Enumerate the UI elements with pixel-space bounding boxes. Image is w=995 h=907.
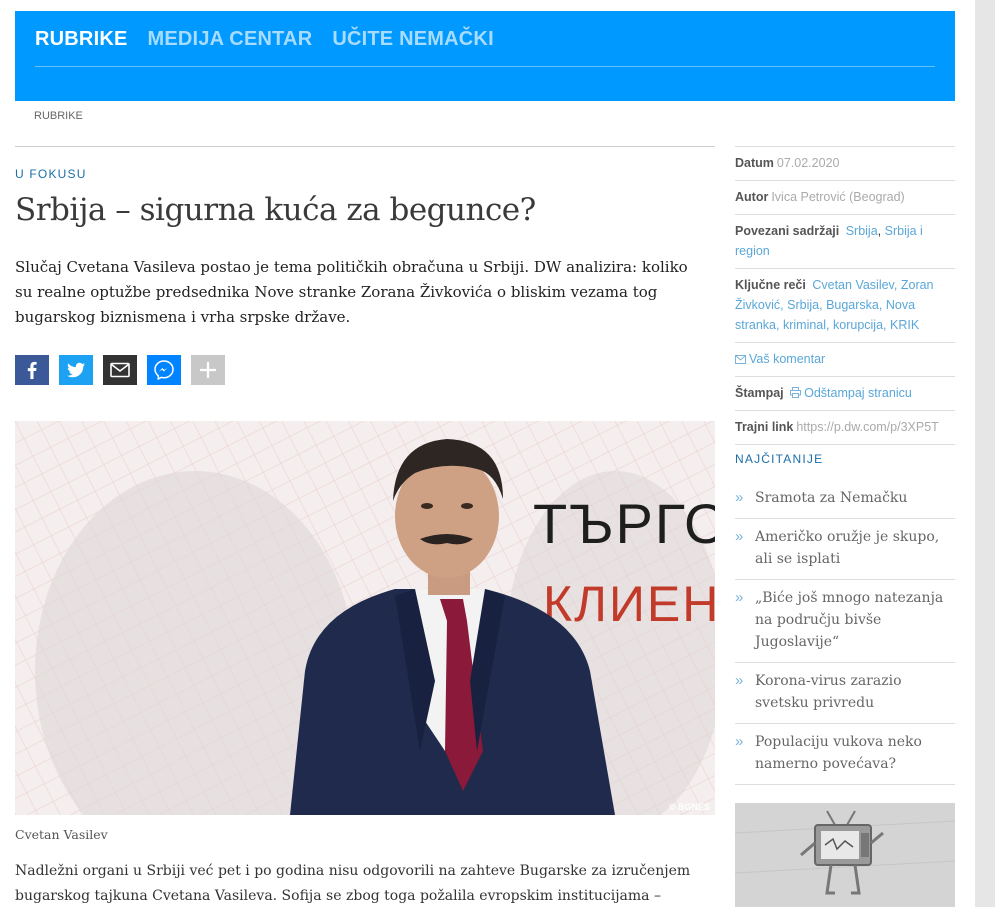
nav-divider (35, 66, 935, 67)
nav-item-rubrike[interactable]: RUBRIKE (35, 28, 128, 51)
printer-icon (790, 387, 802, 398)
keyword-link[interactable]: Bugarska (826, 298, 879, 312)
backdrop-sign-line2: КЛИЕНТ (543, 576, 715, 632)
meta-keywords-label: Ključne reči (735, 278, 806, 292)
facebook-icon (27, 361, 37, 380)
backdrop-sign-line1: ТЪРГО (533, 492, 715, 555)
most-read-item-label: Sramota za Nemačku (755, 490, 908, 506)
meta-related: Povezani sadržaji Srbija, Srbija i regio… (735, 214, 955, 268)
most-read-item[interactable]: » Korona-virus zarazio svetsku privredu (735, 663, 955, 724)
print-link[interactable]: Odštampaj stranicu (790, 386, 912, 400)
envelope-icon (110, 362, 130, 378)
messenger-share-button[interactable] (147, 355, 181, 385)
plus-icon (200, 362, 216, 378)
double-chevron-right-icon: » (735, 489, 744, 506)
nav-item-medija-centar[interactable]: MEDIJA CENTAR (148, 28, 313, 51)
most-read-item-label: Populaciju vukova neko namerno povećava? (755, 734, 922, 772)
facebook-share-button[interactable] (15, 355, 49, 385)
most-read-item[interactable]: » Populaciju vukova neko namerno povećav… (735, 724, 955, 785)
article-body: Nadležni organi u Srbiji već pet i po go… (15, 863, 691, 904)
related-link[interactable]: Srbija (846, 224, 878, 238)
keyword-link[interactable]: Cvetan Vasilev (812, 278, 894, 292)
most-read-list: » Sramota za Nemačku » Američko oružje j… (735, 480, 955, 785)
meta-permalink-value[interactable]: https://p.dw.com/p/3XP5T (796, 420, 938, 434)
meta-related-label: Povezani sadržaji (735, 224, 840, 238)
meta-keywords: Ključne reči Cvetan Vasilev, Zoran Živko… (735, 268, 955, 342)
comment-label: Vaš komentar (749, 352, 826, 366)
article-meta: Datum 07.02.2020 Autor Ivica Petrović (Beo… (735, 146, 955, 445)
twitter-share-button[interactable] (59, 355, 93, 385)
most-read-item-label: „Biće još mnogo natezanja na području bi… (755, 590, 944, 650)
most-read-item-label: Korona-virus zarazio svetsku privredu (755, 673, 902, 711)
meta-permalink-label: Trajni link (735, 420, 794, 434)
keyword-link[interactable]: Srbija (787, 298, 819, 312)
share-bar (15, 355, 225, 385)
more-share-button[interactable] (191, 355, 225, 385)
top-navigation: RUBRIKE MEDIJA CENTAR UČITE NEMAČKI (15, 11, 955, 101)
meta-date: Datum 07.02.2020 (735, 146, 955, 180)
most-read-item[interactable]: » Američko oružje je skupo, ali se ispla… (735, 519, 955, 580)
article-photo: ТЪРГО КЛИЕНТ © BGNES (15, 421, 715, 815)
messenger-icon (154, 360, 174, 381)
print-link-label: Odštampaj stranicu (804, 386, 912, 400)
page-scroll-gutter (975, 0, 995, 907)
photo-caption: Cvetan Vasilev (15, 827, 108, 842)
most-read-item[interactable]: » Sramota za Nemačku (735, 480, 955, 519)
promo-teaser[interactable] (735, 803, 955, 907)
content-divider (15, 146, 715, 147)
meta-date-label: Datum (735, 156, 774, 170)
nav-items: RUBRIKE MEDIJA CENTAR UČITE NEMAČKI (35, 28, 494, 51)
double-chevron-right-icon: » (735, 528, 744, 545)
article-title: Srbija – sigurna kuća za begunce? (15, 192, 536, 228)
twitter-icon (67, 362, 86, 378)
meta-permalink: Trajni link https://p.dw.com/p/3XP5T (735, 410, 955, 445)
double-chevron-right-icon: » (735, 672, 744, 689)
meta-comment: Vaš komentar (735, 342, 955, 376)
meta-author-label: Autor (735, 190, 769, 204)
keyword-link[interactable]: korupcija (833, 318, 883, 332)
meta-print: Štampaj Odštampaj stranicu (735, 376, 955, 410)
comment-link[interactable]: Vaš komentar (735, 352, 825, 366)
tv-robot-icon (735, 803, 955, 907)
photo-credit: © BGNES (668, 802, 710, 812)
most-read-title: NAJČITANIJE (735, 452, 824, 466)
keyword-link[interactable]: KRIK (890, 318, 919, 332)
double-chevron-right-icon: » (735, 733, 744, 750)
email-share-button[interactable] (103, 355, 137, 385)
meta-author-value: Ivica Petrović (Beograd) (771, 190, 905, 204)
article-photo-illustration: ТЪРГО КЛИЕНТ (15, 421, 715, 815)
meta-print-label: Štampaj (735, 386, 784, 400)
keyword-link[interactable]: kriminal (783, 318, 826, 332)
envelope-icon (735, 355, 746, 364)
nav-item-ucite-nemacki[interactable]: UČITE NEMAČKI (332, 28, 494, 51)
article-kicker: U FOKUSU (15, 167, 87, 181)
breadcrumb[interactable]: RUBRIKE (34, 110, 83, 122)
most-read-item-label: Američko oružje je skupo, ali se isplati (755, 529, 940, 567)
meta-date-value: 07.02.2020 (776, 156, 840, 170)
article-intro: Slučaj Cvetana Vasileva postao je tema p… (15, 258, 688, 326)
double-chevron-right-icon: » (735, 589, 744, 606)
meta-author: Autor Ivica Petrović (Beograd) (735, 180, 955, 214)
most-read-item[interactable]: » „Biće još mnogo natezanja na području … (735, 580, 955, 663)
